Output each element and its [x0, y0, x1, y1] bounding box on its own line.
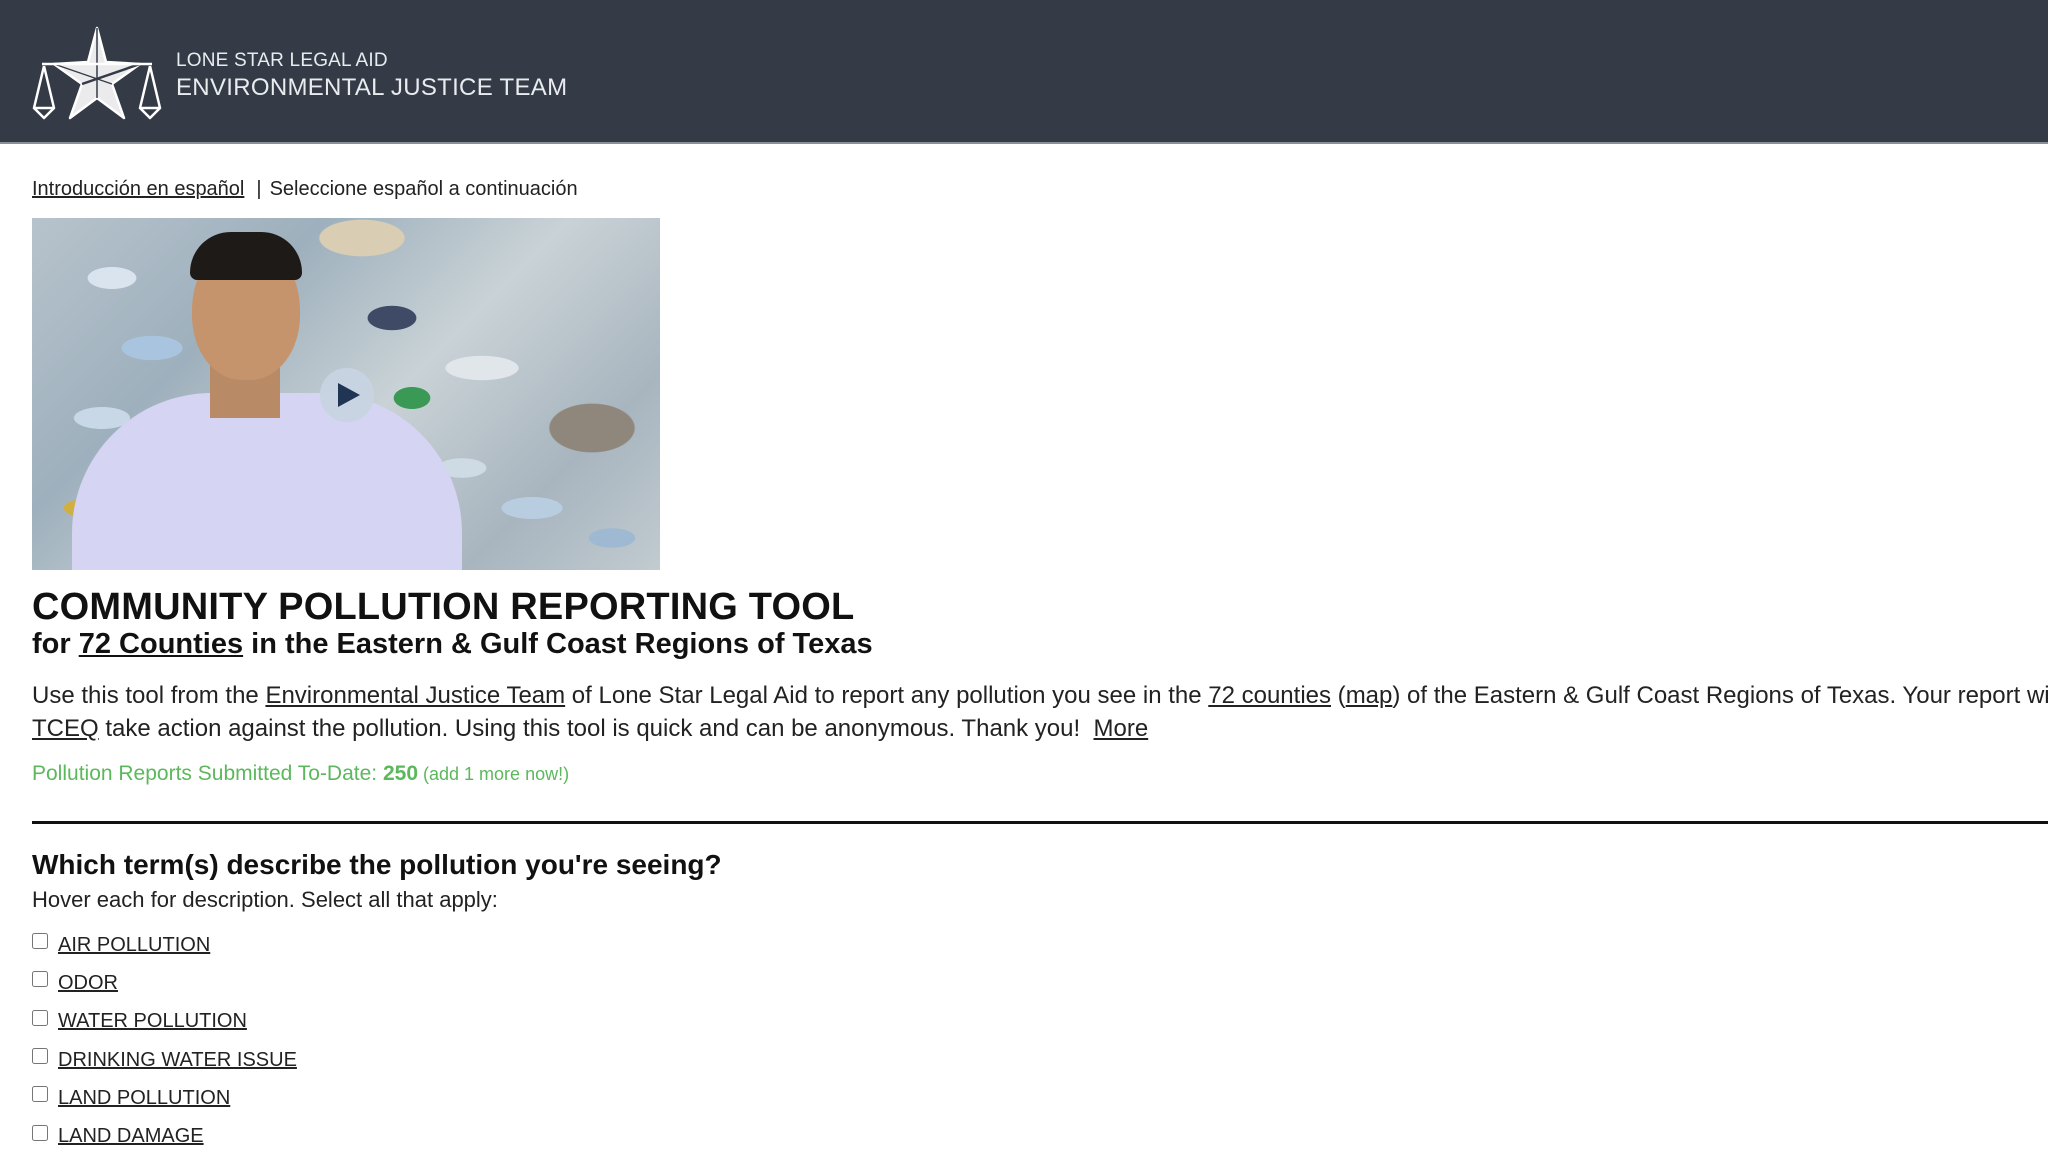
- intro-text: (: [1331, 682, 1346, 709]
- pollution-type-options: AIR POLLUTION ODOR WATER POLLUTION DRINK…: [32, 926, 297, 1156]
- tceq-link[interactable]: TCEQ: [32, 715, 99, 742]
- video-presenter-shirt: [72, 393, 462, 570]
- map-link[interactable]: map: [1346, 682, 1393, 709]
- pollution-type-hint: Hover each for description. Select all t…: [32, 887, 498, 912]
- drinking-water-issue-label[interactable]: DRINKING WATER ISSUE: [58, 1049, 297, 1072]
- option-land-pollution: LAND POLLUTION: [32, 1079, 297, 1117]
- land-damage-checkbox[interactable]: [32, 1124, 48, 1141]
- counter-label: Pollution Reports Submitted To-Date:: [32, 762, 383, 785]
- counter-value: 250: [382, 762, 419, 785]
- separator: |: [256, 178, 262, 200]
- option-air-pollution: AIR POLLUTION: [32, 926, 297, 964]
- air-pollution-checkbox[interactable]: [32, 933, 48, 950]
- spanish-intro-link[interactable]: Introducción en español: [32, 178, 244, 200]
- water-pollution-checkbox[interactable]: [32, 1009, 48, 1026]
- option-odor: ODOR: [32, 964, 297, 1002]
- subtitle-suffix: in the Eastern & Gulf Coast Regions of T…: [243, 628, 873, 660]
- subtitle-prefix: for: [32, 628, 79, 660]
- play-icon: [338, 383, 360, 407]
- page-subtitle: for 72 Counties in the Eastern & Gulf Co…: [32, 628, 873, 661]
- page-title: COMMUNITY POLLUTION REPORTING TOOL: [32, 586, 855, 628]
- section-divider: [32, 821, 2048, 824]
- environmental-justice-team-link[interactable]: Environmental Justice Team: [265, 682, 565, 709]
- language-bar: Introducción en español | Seleccione españ…: [32, 178, 578, 201]
- land-pollution-checkbox[interactable]: [32, 1086, 48, 1103]
- reports-counter: Pollution Reports Submitted To-Date: 250…: [32, 762, 569, 786]
- more-link[interactable]: More: [1094, 715, 1149, 742]
- video-presenter-hair: [190, 232, 302, 280]
- intro-text: ) of the Eastern & Gulf Coast Regions of…: [1392, 682, 2048, 709]
- option-land-damage: LAND DAMAGE: [32, 1117, 297, 1155]
- air-pollution-label[interactable]: AIR POLLUTION: [58, 934, 210, 957]
- land-damage-label[interactable]: LAND DAMAGE: [58, 1125, 204, 1148]
- pollution-type-question: Which term(s) describe the pollution you…: [32, 849, 722, 880]
- spanish-hint: Seleccione español a continuación: [269, 178, 578, 200]
- intro-paragraph: Use this tool from the Environmental Jus…: [32, 679, 2048, 745]
- star-scales-of-justice-icon[interactable]: [32, 26, 162, 122]
- counties-link[interactable]: 72 Counties: [79, 628, 243, 660]
- odor-checkbox[interactable]: [32, 971, 48, 988]
- intro-text: of Lone Star Legal Aid to report any pol…: [565, 682, 1209, 709]
- team-name: ENVIRONMENTAL JUSTICE TEAM: [176, 74, 568, 101]
- intro-text: Use this tool from the: [32, 682, 266, 709]
- add-more-text: (add 1 more now!): [418, 764, 570, 784]
- intro-video[interactable]: [32, 218, 660, 570]
- intro-text: take action against the pollution. Using…: [98, 715, 1094, 742]
- option-water-pollution: WATER POLLUTION: [32, 1003, 297, 1041]
- site-header: LONE STAR LEGAL AID ENVIRONMENTAL JUSTIC…: [0, 0, 2048, 144]
- odor-label[interactable]: ODOR: [58, 972, 118, 995]
- drinking-water-issue-checkbox[interactable]: [32, 1048, 48, 1065]
- play-button[interactable]: [320, 368, 374, 422]
- org-name: LONE STAR LEGAL AID: [176, 50, 388, 71]
- 72-counties-link[interactable]: 72 counties: [1208, 682, 1331, 709]
- land-pollution-label[interactable]: LAND POLLUTION: [58, 1087, 230, 1110]
- option-drinking-water-issue: DRINKING WATER ISSUE: [32, 1041, 297, 1079]
- water-pollution-label[interactable]: WATER POLLUTION: [58, 1010, 247, 1033]
